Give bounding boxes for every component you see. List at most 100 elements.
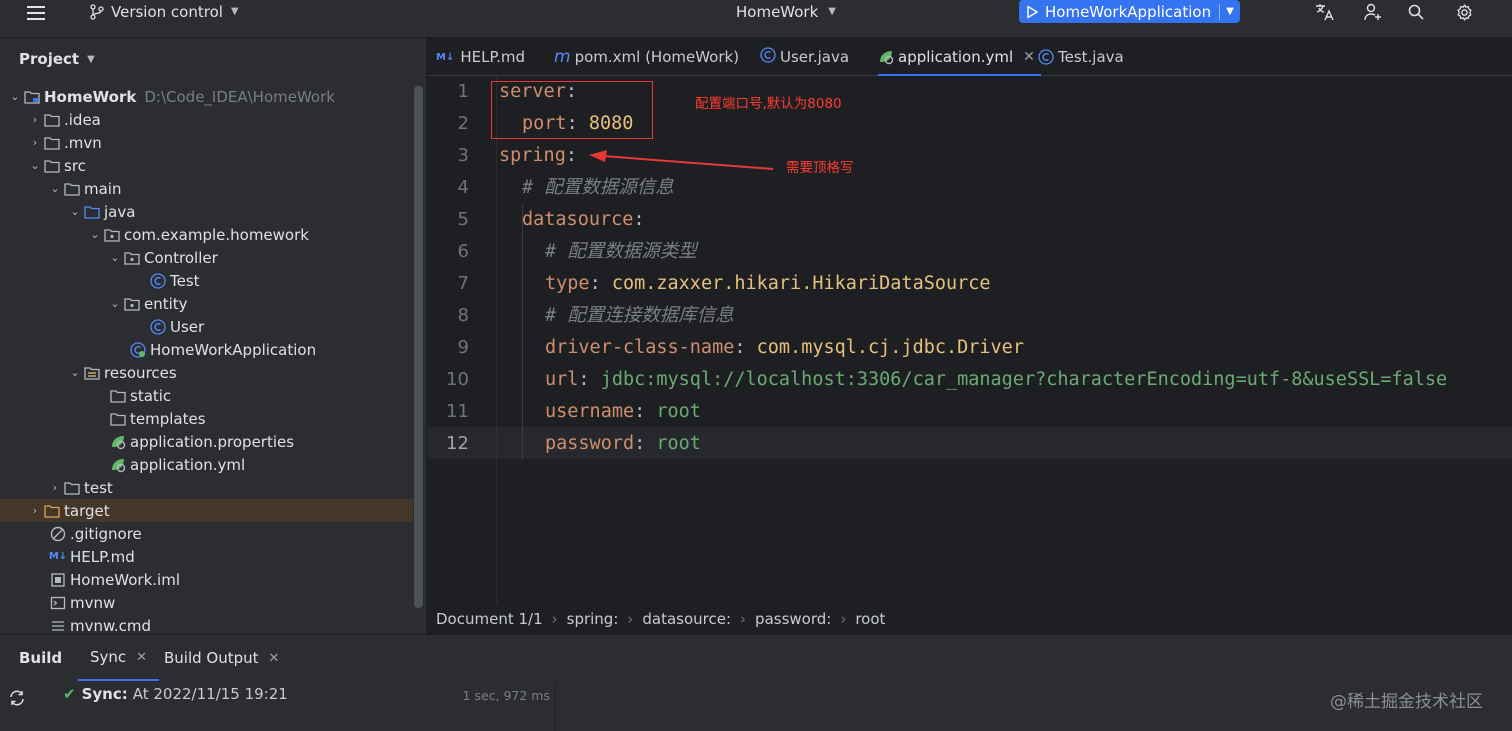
tree-item-src[interactable]: ⌄ src [0,154,413,177]
tree-item-resources[interactable]: ⌄ resources [0,361,413,384]
shell-script-icon [50,595,66,611]
breadcrumb-item[interactable]: password: [755,610,831,628]
code-line[interactable]: spring: [499,140,577,172]
tree-item-label: Test [170,271,200,290]
annotation-arrow-icon [589,150,774,170]
sync-text: At 2022/11/15 19:21 [132,685,288,703]
tree-item-homework[interactable]: ⌄ HomeWork D:\Code_IDEA\HomeWork [0,85,413,108]
package-icon [104,227,120,243]
tree-item-gitignore[interactable]: .gitignore [0,522,413,545]
tab-label: Sync [90,648,127,666]
check-icon: ✔ [63,685,76,703]
chevron-right-icon: › [32,113,38,126]
tree-item-idea[interactable]: › .idea [0,108,413,131]
build-tabs: Build Sync ✕ Build Output ✕ [0,635,1512,681]
tree-item-homework-iml[interactable]: HomeWork.iml [0,568,413,591]
tab-label: pom.xml (HomeWork) [574,48,740,66]
tree-item-test-folder[interactable]: › test [0,476,413,499]
code-line[interactable]: # 配置数据源信息 [499,172,674,204]
code-line[interactable]: password: root [499,428,701,460]
close-tab-icon[interactable]: ✕ [1023,49,1035,65]
tree-item-controller[interactable]: ⌄ Controller [0,246,413,269]
project-switcher[interactable]: HomeWork ▼ [736,0,836,24]
breadcrumb-item[interactable]: root [855,610,885,628]
rerun-sync-button[interactable] [8,689,26,711]
tree-item-application-yml[interactable]: application.yml [0,453,413,476]
tree-item-mvn[interactable]: › .mvn [0,131,413,154]
module-file-icon [50,572,66,588]
close-tab-icon[interactable]: ✕ [136,650,147,665]
breadcrumb-item[interactable]: datasource: [642,610,731,628]
tree-item-label: entity [144,294,188,313]
code-line[interactable]: datasource: [499,204,645,236]
project-tool-window: Project ▼ ⌄ HomeWork D:\Code_IDEA\HomeWo… [0,38,426,634]
tab-pom-xml[interactable]: m pom.xml (HomeWork) [554,38,739,76]
text-file-icon [50,618,66,634]
search-button[interactable] [1405,0,1427,24]
tree-item-templates[interactable]: templates [0,407,413,430]
close-tab-icon[interactable]: ✕ [269,651,280,666]
build-tree: ✔ Sync: At 2022/11/15 19:21 1 sec, 972 m… [36,681,556,731]
code-line[interactable]: url: jdbc:mysql://localhost:3306/car_man… [499,364,1447,396]
java-class-icon [150,318,166,335]
project-view-selector[interactable]: Project ▼ [19,50,95,68]
tree-item-user-class[interactable]: User [0,315,413,338]
tab-label: User.java [780,48,850,66]
tree-item-label: HomeWork [44,87,137,106]
tab-application-yml[interactable]: application.yml ✕ [878,38,1041,76]
tree-item-label: .idea [64,110,101,129]
tab-test-java[interactable]: Test.java [1038,38,1124,76]
tree-item-label: .gitignore [70,524,142,543]
version-control-menu[interactable]: Version control ▼ [90,0,239,24]
sync-row[interactable]: ✔ Sync: At 2022/11/15 19:21 [63,685,288,703]
run-configuration-button[interactable]: HomeWorkApplication ▼ [1019,0,1240,23]
markdown-icon: M↓ [436,51,455,63]
code-line[interactable]: username: root [499,396,701,428]
breadcrumb-item[interactable]: spring: [567,610,619,628]
tree-item-label: java [104,202,136,221]
breadcrumb-item[interactable]: Document 1/1 [436,610,543,628]
line-number: 1 [457,81,469,102]
tree-item-main[interactable]: ⌄ main [0,177,413,200]
tree-item-target[interactable]: › target [0,499,413,522]
source-folder-icon [84,204,100,220]
tab-build-output[interactable]: Build Output ✕ [164,635,279,681]
settings-button[interactable] [1453,0,1475,24]
line-number-gutter: 1 2 3 4 5 6 7 8 9 10 11 12 [427,76,497,604]
tab-user-java[interactable]: User.java [760,38,849,76]
translate-button[interactable] [1314,0,1336,24]
tree-scrollbar[interactable] [414,86,423,608]
tree-item-label: main [84,179,122,198]
code-line[interactable]: # 配置连接数据库信息 [499,300,734,332]
tree-item-help-md[interactable]: M↓ HELP.md [0,545,413,568]
tab-sync[interactable]: Sync ✕ [78,635,160,681]
translate-icon [1316,4,1334,21]
add-user-icon [1364,3,1381,21]
folder-icon [44,135,60,151]
spring-boot-class-icon [130,341,146,358]
tree-item-mvnw[interactable]: mvnw [0,591,413,614]
tree-item-label: HomeWork.iml [70,570,180,589]
code-line[interactable]: # 配置数据源类型 [499,236,697,268]
tree-item-test-class[interactable]: Test [0,269,413,292]
version-control-label: Version control [111,3,223,21]
tree-item-entity[interactable]: ⌄ entity [0,292,413,315]
main-menu-button[interactable] [26,1,46,25]
search-icon [1408,4,1424,20]
refresh-icon [10,690,24,706]
tab-help-md[interactable]: M↓ HELP.md [436,38,525,76]
add-user-button[interactable] [1362,0,1384,24]
chevron-down-icon: ⌄ [30,159,40,172]
tree-item-application-properties[interactable]: application.properties [0,430,413,453]
build-toolbar [0,681,36,731]
tree-item-mvnw-cmd[interactable]: mvnw.cmd [0,614,413,634]
code-line[interactable]: type: com.zaxxer.hikari.HikariDataSource [499,268,991,300]
code-line[interactable]: driver-class-name: com.mysql.cj.jdbc.Dri… [499,332,1024,364]
java-class-icon [760,47,776,67]
tree-item-static[interactable]: static [0,384,413,407]
folder-icon [44,158,60,174]
tree-item-homeworkapplication[interactable]: HomeWorkApplication [0,338,413,361]
folder-icon [64,480,80,496]
tree-item-package[interactable]: ⌄ com.example.homework [0,223,413,246]
tree-item-java[interactable]: ⌄ java [0,200,413,223]
